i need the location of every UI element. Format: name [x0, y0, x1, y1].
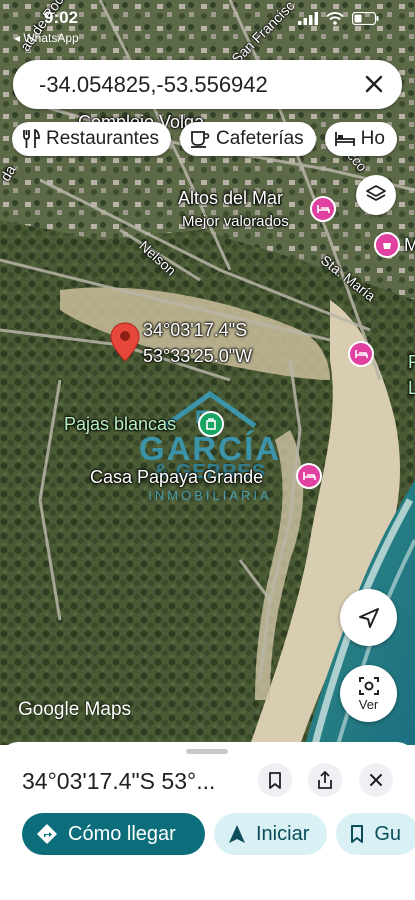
- watermark-line3: INMOBILIARIA: [148, 488, 272, 503]
- save-bookmark-button[interactable]: [258, 763, 292, 797]
- fork-knife-icon: [23, 129, 40, 148]
- camera-scan-icon: [358, 676, 379, 695]
- wifi-icon: [326, 12, 344, 25]
- my-location-button[interactable]: [340, 589, 397, 646]
- place-label-m-edge: M: [404, 235, 415, 255]
- layers-icon: [366, 185, 386, 201]
- category-chips: Restaurantes Cafeterías Ho: [12, 122, 397, 156]
- chip-label: Ho: [360, 128, 385, 149]
- navigation-arrow-icon: [358, 607, 379, 628]
- coffee-cup-icon: [191, 131, 210, 148]
- navigation-icon: [229, 825, 245, 843]
- share-button[interactable]: [308, 763, 342, 797]
- save-label: Gu: [374, 822, 402, 845]
- realestate-watermark: GARCÍA & GEBRES INMOBILIARIA: [120, 388, 300, 518]
- hotel-poi-icon[interactable]: [296, 463, 322, 489]
- dropped-pin-icon[interactable]: [110, 322, 140, 367]
- hotel-poi-icon[interactable]: [348, 341, 374, 367]
- layers-button[interactable]: [356, 175, 396, 215]
- directions-button[interactable]: Cómo llegar: [22, 813, 205, 855]
- back-to-whatsapp[interactable]: ◂ WhatsApp: [14, 31, 79, 45]
- bed-icon: [334, 132, 355, 146]
- bookmark-icon: [269, 771, 281, 789]
- place-title: 34°03'17.4"S 53°...: [22, 768, 216, 794]
- view-button[interactable]: Ver: [340, 665, 397, 722]
- status-time: 9:02: [44, 8, 79, 27]
- sheet-drag-handle[interactable]: [186, 749, 228, 754]
- place-label-altos-del-mar[interactable]: Altos del Mar: [178, 188, 283, 209]
- search-bar[interactable]: [13, 60, 402, 109]
- start-navigation-button[interactable]: Iniciar: [214, 813, 328, 855]
- pin-longitude-label: 53°33'25.0"W: [143, 346, 253, 366]
- chip-hotels[interactable]: Ho: [324, 122, 397, 156]
- close-sheet-button[interactable]: [359, 763, 393, 797]
- chip-label: Restaurantes: [46, 128, 160, 149]
- search-input[interactable]: [37, 70, 341, 100]
- google-maps-attribution: Google Maps: [18, 699, 132, 720]
- hotel-poi-icon[interactable]: [310, 196, 336, 222]
- directions-icon: [37, 824, 57, 844]
- signal-icon: [298, 12, 318, 25]
- place-bottom-sheet[interactable]: 34°03'17.4"S 53°... Cómo llegar Iniciar: [0, 742, 415, 900]
- place-sublabel-mejor-valorados: Mejor valorados: [182, 213, 289, 230]
- close-icon: [370, 774, 382, 786]
- place-label-casa-papaya[interactable]: Casa Papaya Grande: [90, 467, 263, 488]
- clear-search-icon[interactable]: [362, 72, 386, 96]
- pin-latitude-label: 34°03'17.4"S: [143, 320, 248, 340]
- chip-cafes[interactable]: Cafeterías: [180, 122, 316, 156]
- action-buttons-row: Cómo llegar Iniciar Gu: [22, 813, 415, 855]
- directions-label: Cómo llegar: [68, 822, 176, 845]
- view-button-label: Ver: [358, 696, 379, 712]
- bookmark-icon: [351, 825, 364, 843]
- shop-poi-icon[interactable]: [198, 411, 224, 437]
- chip-label: Cafeterías: [216, 128, 304, 149]
- chip-restaurants[interactable]: Restaurantes: [12, 122, 172, 156]
- save-place-button[interactable]: Gu: [336, 813, 415, 855]
- shopping-poi-icon[interactable]: [374, 232, 400, 258]
- battery-icon: [352, 12, 379, 25]
- place-label-l-edge: L: [408, 378, 415, 398]
- place-label-p-edge: P: [408, 352, 415, 372]
- status-bar: 9:02 ◂ WhatsApp: [0, 0, 415, 45]
- start-label: Iniciar: [256, 822, 310, 845]
- place-label-pajas-blancas[interactable]: Pajas blancas: [64, 414, 176, 435]
- share-icon: [318, 771, 332, 789]
